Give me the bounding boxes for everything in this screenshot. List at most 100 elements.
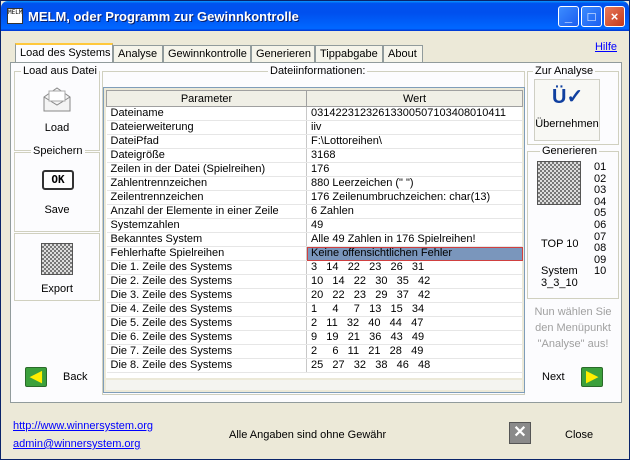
top10-label[interactable]: TOP 10 bbox=[541, 238, 579, 250]
title-bar[interactable]: MELM MELM, oder Programm zur Gewinnkontr… bbox=[1, 1, 629, 31]
value-cell: 2 11 32 40 44 47 bbox=[306, 316, 523, 331]
value-cell: F:\Lottoreihen\ bbox=[306, 134, 523, 149]
maximize-icon: □ bbox=[587, 9, 596, 24]
table-row[interactable]: Anzahl der Elemente in einer Zeile 6 Zahl… bbox=[106, 204, 523, 219]
close-button-label[interactable]: Close bbox=[565, 429, 593, 441]
website-link[interactable]: http://www.winnersystem.org bbox=[13, 420, 153, 432]
parameter-cell: Die 3. Zeile des Systems bbox=[106, 288, 307, 303]
parameter-cell: Die 5. Zeile des Systems bbox=[106, 316, 307, 331]
parameter-cell: Dateierweiterung bbox=[106, 120, 307, 135]
analyse-group-label: Zur Analyse bbox=[533, 65, 596, 77]
generated-number: 06 bbox=[594, 218, 607, 231]
column-header-wert[interactable]: Wert bbox=[306, 90, 523, 107]
export-grid-icon[interactable] bbox=[41, 243, 73, 275]
help-link[interactable]: Hilfe bbox=[595, 41, 617, 53]
export-button-label[interactable]: Export bbox=[14, 283, 100, 295]
disclaimer-text: Alle Angaben sind ohne Gewähr bbox=[229, 429, 387, 441]
column-header-parameter[interactable]: Parameter bbox=[106, 90, 307, 107]
parameter-cell: Dateiname bbox=[106, 106, 307, 121]
close-window-button[interactable]: × bbox=[604, 6, 625, 27]
parameter-cell: Anzahl der Elemente in einer Zeile bbox=[106, 204, 307, 219]
table-row[interactable]: Die 2. Zeile des Systems 10 14 22 30 35 4… bbox=[106, 274, 523, 289]
table-row[interactable]: Zeilentrennzeichen 176 Zeilenumbruchzeich… bbox=[106, 190, 523, 205]
table-row[interactable]: Fehlerhafte Spielreihen Keine offensichtl… bbox=[106, 246, 523, 261]
table-row[interactable]: Die 4. Zeile des Systems 1 4 7 13 15 34 bbox=[106, 302, 523, 317]
value-cell: iiv bbox=[306, 120, 523, 135]
ok-save-icon[interactable]: OK bbox=[42, 170, 74, 190]
maximize-button[interactable]: □ bbox=[581, 6, 602, 27]
value-cell: 880 Leerzeichen (" ") bbox=[306, 176, 523, 191]
top10-grid-icon[interactable] bbox=[537, 161, 581, 205]
save-button-label[interactable]: Save bbox=[14, 204, 100, 216]
table-row[interactable]: Die 1. Zeile des Systems 3 14 22 23 26 31 bbox=[106, 260, 523, 275]
next-button-label[interactable]: Next bbox=[542, 371, 565, 383]
minimize-button[interactable]: _ bbox=[558, 6, 579, 27]
parameter-cell: Systemzahlen bbox=[106, 218, 307, 233]
parameter-cell: Zeilen in der Datei (Spielreihen) bbox=[106, 162, 307, 177]
parameter-cell: Die 8. Zeile des Systems bbox=[106, 358, 307, 373]
table-row[interactable]: Dateiname 0314223123261330050710340801041… bbox=[106, 106, 523, 121]
value-cell: 6 Zahlen bbox=[306, 204, 523, 219]
parameter-cell: Fehlerhafte Spielreihen bbox=[106, 246, 307, 261]
back-button-label[interactable]: Back bbox=[63, 371, 87, 383]
system-value: 3_3_10 bbox=[541, 277, 578, 289]
value-cell: Keine offensichtlichen Fehler bbox=[306, 246, 523, 261]
uebernehmen-button[interactable]: Ü✓ Übernehmen bbox=[534, 79, 600, 141]
parameter-cell: Bekanntes System bbox=[106, 232, 307, 247]
value-cell: 49 bbox=[306, 218, 523, 233]
generated-number: 01 bbox=[594, 161, 607, 173]
table-row[interactable]: Systemzahlen 49 bbox=[106, 218, 523, 233]
back-arrow-icon[interactable]: ◀ bbox=[25, 367, 47, 387]
table-row[interactable]: Die 3. Zeile des Systems 20 22 23 29 37 4… bbox=[106, 288, 523, 303]
value-cell: 176 Zeilenumbruchzeichen: char(13) bbox=[306, 190, 523, 205]
save-group-label: Speichern bbox=[31, 145, 85, 157]
table-row[interactable]: Bekanntes System Alle 49 Zahlen in 176 Sp… bbox=[106, 232, 523, 247]
parameter-cell: Zahlentrennzeichen bbox=[106, 176, 307, 191]
parameter-cell: Die 6. Zeile des Systems bbox=[106, 330, 307, 345]
table-row[interactable]: Die 6. Zeile des Systems 9 19 21 36 43 49 bbox=[106, 330, 523, 345]
parameter-cell: Dateigröße bbox=[106, 148, 307, 163]
table-row[interactable]: Die 5. Zeile des Systems 2 11 32 40 44 47 bbox=[106, 316, 523, 331]
table-row[interactable]: Die 8. Zeile des Systems 25 27 32 38 46 4… bbox=[106, 358, 523, 373]
value-cell: 3 14 22 23 26 31 bbox=[306, 260, 523, 275]
table-row[interactable]: Die 7. Zeile des Systems 2 6 11 21 28 49 bbox=[106, 344, 523, 359]
load-button-label[interactable]: Load bbox=[14, 122, 100, 134]
next-arrow-icon[interactable]: ▶ bbox=[581, 367, 603, 387]
value-cell: 2 6 11 21 28 49 bbox=[306, 344, 523, 359]
tab-gewinnkontrolle[interactable]: Gewinnkontrolle bbox=[163, 45, 251, 63]
table-row[interactable]: Dateigröße 3168 bbox=[106, 148, 523, 163]
tab-generieren[interactable]: Generieren bbox=[251, 45, 315, 63]
tab-tippabgabe[interactable]: Tippabgabe bbox=[315, 45, 383, 63]
close-x-icon[interactable]: ✕ bbox=[509, 422, 531, 444]
value-cell: 1 4 7 13 15 34 bbox=[306, 302, 523, 317]
close-icon: × bbox=[610, 9, 619, 24]
generated-number: 10 bbox=[594, 265, 607, 278]
uebernehmen-label: Übernehmen bbox=[535, 118, 599, 130]
table-row[interactable]: DateiPfad F:\Lottoreihen\ bbox=[106, 134, 523, 149]
generated-numbers-list: 01 02 03 04 05 06 07 08 09 10 bbox=[594, 161, 616, 278]
parameter-cell: Die 4. Zeile des Systems bbox=[106, 302, 307, 317]
envelope-icon[interactable] bbox=[41, 83, 73, 115]
value-cell: 3168 bbox=[306, 148, 523, 163]
email-link[interactable]: admin@winnersystem.org bbox=[13, 438, 140, 450]
minimize-icon: _ bbox=[564, 9, 573, 24]
generated-number: 08 bbox=[594, 242, 607, 255]
tab-load-des-systems[interactable]: Load des Systems bbox=[15, 43, 113, 64]
table-row[interactable]: Zeilen in der Datei (Spielreihen) 176 bbox=[106, 162, 523, 177]
table-row[interactable]: Zahlentrennzeichen 880 Leerzeichen (" ") bbox=[106, 176, 523, 191]
tab-about[interactable]: About bbox=[383, 45, 423, 63]
system-label: System bbox=[541, 265, 578, 277]
app-window: MELM MELM, oder Programm zur Gewinnkontr… bbox=[0, 0, 630, 460]
parameter-cell: Die 7. Zeile des Systems bbox=[106, 344, 307, 359]
fileinfo-grid[interactable]: Parameter Wert Dateiname 0314223123261330… bbox=[103, 87, 525, 393]
value-cell: 9 19 21 36 43 49 bbox=[306, 330, 523, 345]
tab-analyse[interactable]: Analyse bbox=[113, 45, 163, 63]
app-icon: MELM bbox=[7, 8, 23, 24]
window-title: MELM, oder Programm zur Gewinnkontrolle bbox=[28, 9, 299, 24]
horizontal-scrollbar[interactable] bbox=[106, 380, 522, 390]
table-row[interactable]: Dateierweiterung iiv bbox=[106, 120, 523, 135]
checklist-icon: Ü✓ bbox=[552, 86, 584, 108]
fileinfo-group-label: Dateiinformationen: bbox=[268, 65, 368, 77]
value-cell: 20 22 23 29 37 42 bbox=[306, 288, 523, 303]
load-group-label: Load aus Datei bbox=[21, 65, 99, 77]
